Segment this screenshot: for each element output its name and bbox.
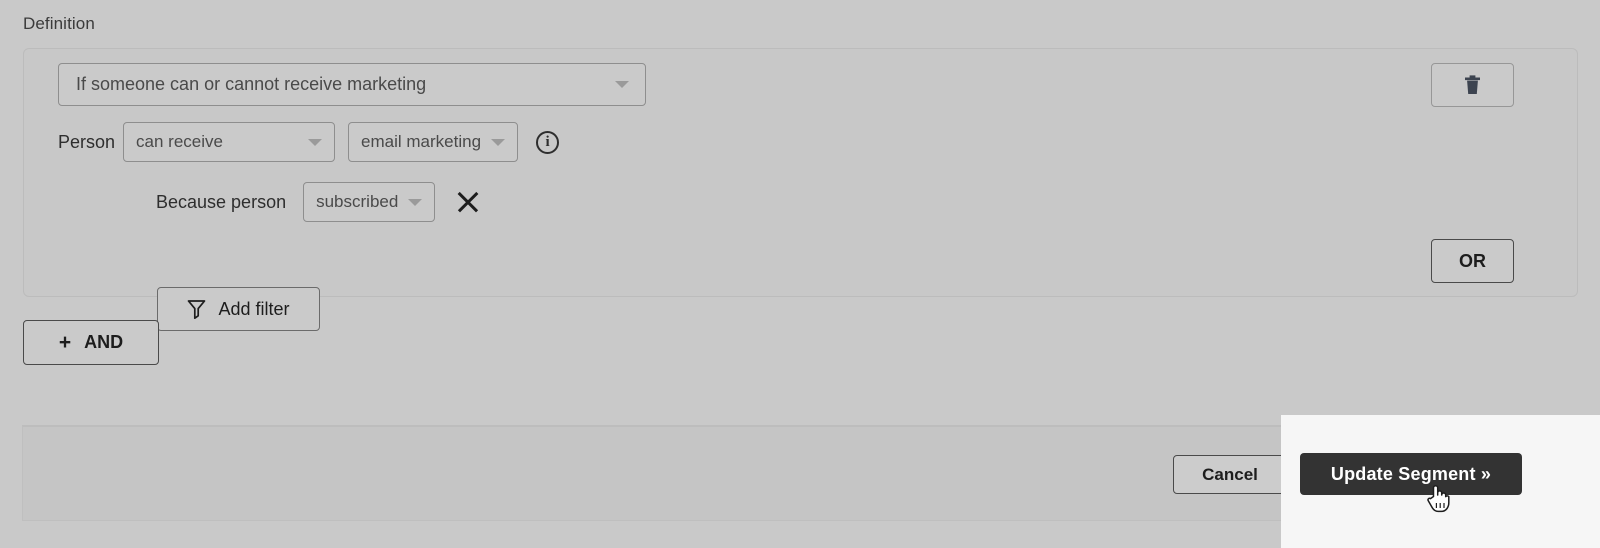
or-button[interactable]: OR bbox=[1431, 239, 1514, 283]
condition-select[interactable]: If someone can or cannot receive marketi… bbox=[58, 63, 646, 106]
add-filter-button[interactable]: Add filter bbox=[157, 287, 320, 331]
close-icon[interactable] bbox=[455, 189, 481, 215]
delete-group-button[interactable] bbox=[1431, 63, 1514, 107]
because-row-label: Because person bbox=[156, 191, 287, 212]
update-segment-label: Update Segment » bbox=[1330, 463, 1492, 484]
plus-icon: + bbox=[58, 331, 72, 354]
person-channel-select[interactable]: email marketing bbox=[348, 122, 519, 162]
cancel-button[interactable]: Cancel bbox=[1173, 455, 1287, 494]
chevron-down-icon bbox=[408, 198, 423, 206]
or-button-label: OR bbox=[1459, 250, 1486, 271]
and-button-label: AND bbox=[84, 332, 124, 352]
page-title: Definition bbox=[23, 14, 95, 33]
update-segment-button[interactable]: Update Segment » bbox=[1300, 453, 1522, 495]
because-reason-select[interactable]: subscribed bbox=[303, 182, 436, 222]
person-operator-select[interactable]: can receive bbox=[123, 122, 336, 162]
trash-icon bbox=[1465, 75, 1480, 94]
person-row-label: Person bbox=[58, 131, 116, 152]
definition-panel: If someone can or cannot receive marketi… bbox=[23, 48, 1578, 331]
chevron-down-icon bbox=[308, 138, 323, 146]
cancel-button-label: Cancel bbox=[1202, 464, 1258, 484]
condition-select-value: If someone can or cannot receive marketi… bbox=[76, 74, 427, 94]
because-person-row: Because person subscribed bbox=[156, 182, 481, 222]
person-channel-value: email marketing bbox=[361, 132, 482, 151]
info-icon-glyph: i bbox=[545, 133, 550, 150]
because-reason-value: subscribed bbox=[316, 192, 399, 211]
add-and-group-button[interactable]: + AND bbox=[23, 320, 159, 365]
funnel-icon bbox=[188, 300, 206, 319]
chevron-down-icon bbox=[615, 81, 629, 88]
chevron-down-icon bbox=[491, 138, 506, 146]
person-operator-value: can receive bbox=[136, 132, 223, 151]
person-condition-row: Person can receive email marketing i bbox=[58, 122, 560, 162]
segment-definition-screen: Definition If someone can or cannot rece… bbox=[0, 0, 1600, 548]
add-filter-label: Add filter bbox=[218, 298, 290, 319]
info-icon[interactable]: i bbox=[536, 130, 560, 154]
